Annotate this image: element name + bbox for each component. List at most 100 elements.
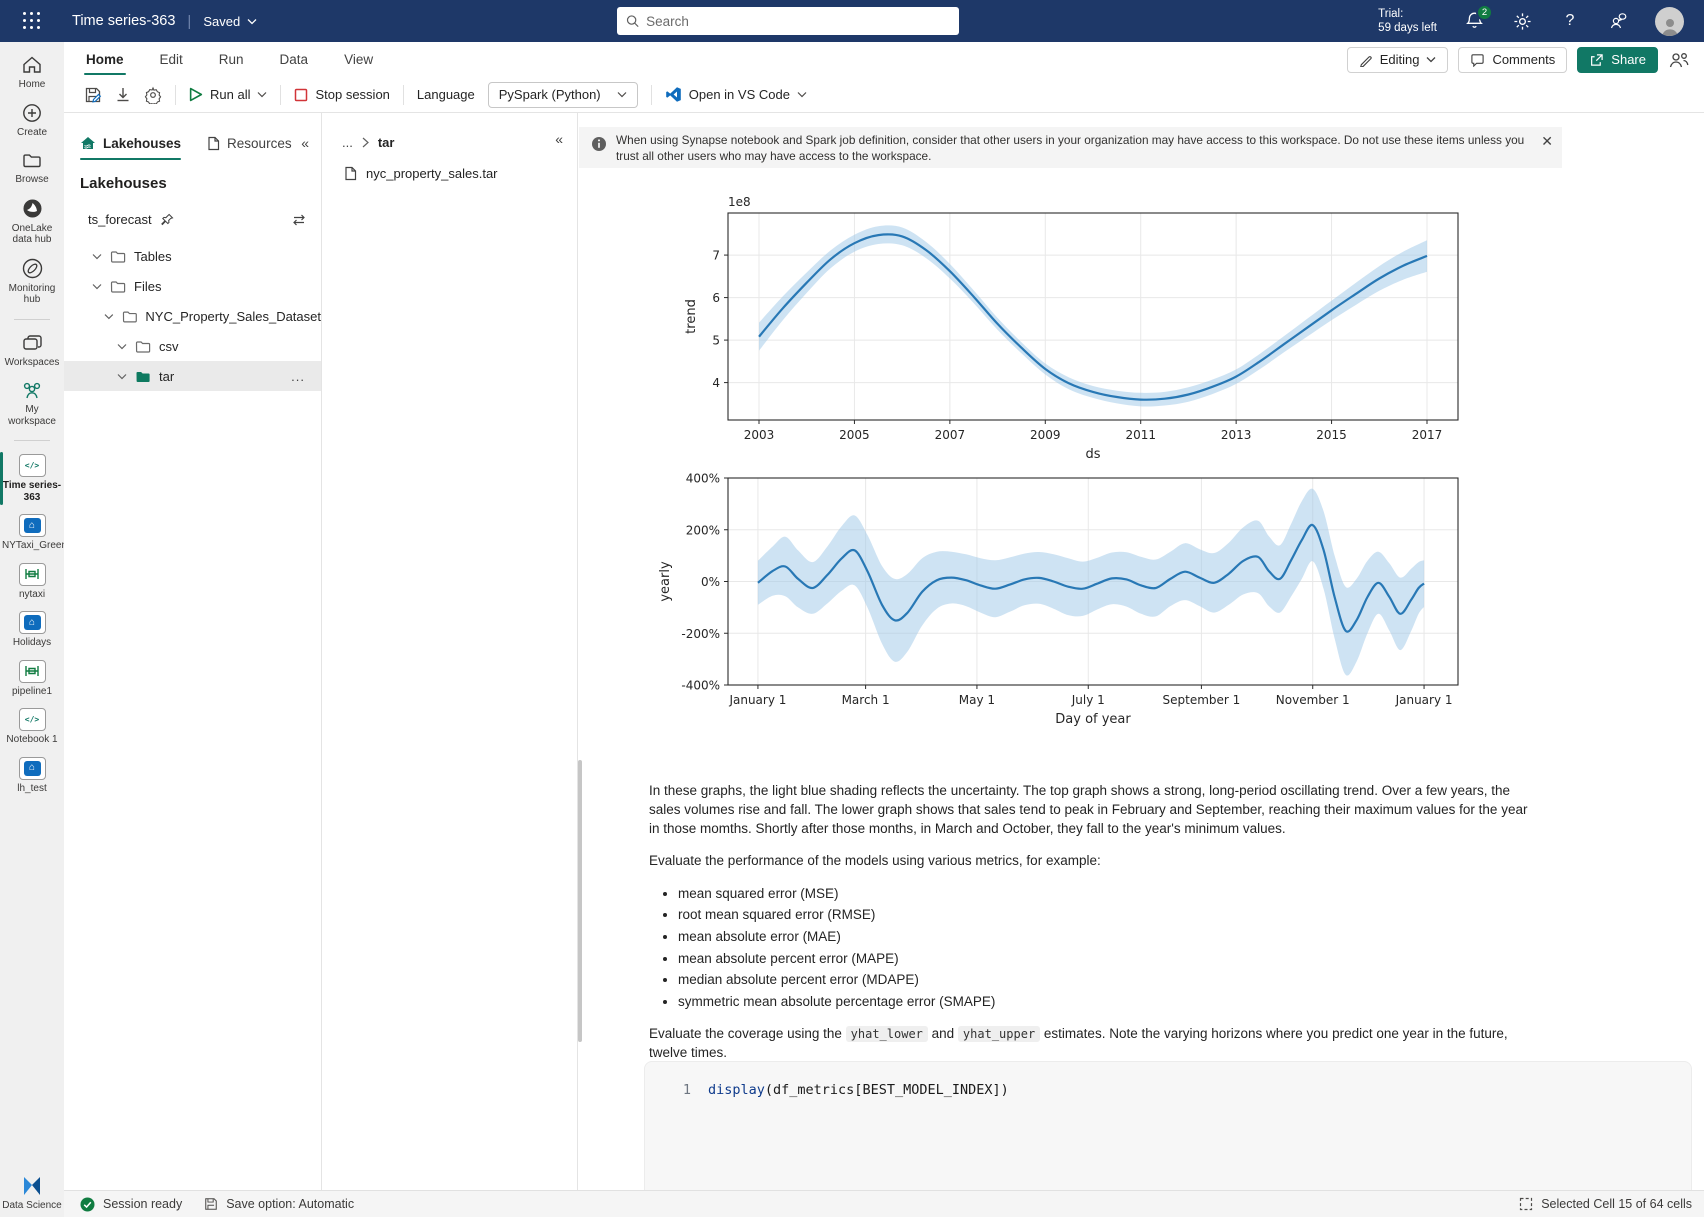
chevron-down-icon (257, 91, 267, 98)
save-button[interactable] (84, 86, 102, 104)
share-icon (1589, 53, 1604, 67)
svg-text:200%: 200% (686, 523, 720, 537)
pipeline-icon (19, 563, 46, 586)
svg-text:January 1: January 1 (728, 693, 786, 707)
rail-item-nytaxi-green[interactable]: ⌂ NYTaxi_Green (0, 514, 64, 552)
rail-item-create[interactable]: Create (0, 102, 64, 139)
people-icon[interactable] (1668, 51, 1690, 69)
chevron-down-icon (247, 18, 257, 25)
tree-item-tar[interactable]: tar ... (64, 361, 321, 391)
settings-gear-icon[interactable] (1511, 10, 1533, 32)
language-dropdown[interactable]: PySpark (Python) (488, 82, 638, 108)
breadcrumb-ellipsis[interactable]: ... (342, 135, 353, 150)
list-item: symmetric mean absolute percentage error… (678, 992, 1539, 1011)
run-all-button[interactable]: Run all (189, 87, 267, 102)
saved-status[interactable]: Saved (203, 14, 257, 29)
workspace-warning-banner: When using Synapse notebook and Spark jo… (579, 127, 1562, 168)
breadcrumb: ... tar (322, 135, 577, 150)
search-icon (626, 14, 639, 28)
rail-item-monitoring[interactable]: Monitoring hub (0, 257, 64, 306)
svg-text:May 1: May 1 (959, 693, 995, 707)
svg-text:January 1: January 1 (1395, 693, 1453, 707)
notebook-scrollbar[interactable] (578, 760, 582, 1042)
rail-item-browse[interactable]: Browse (0, 149, 64, 186)
notification-badge: 2 (1476, 4, 1493, 21)
rail-item-my-workspace[interactable]: My workspace (0, 379, 64, 427)
collapse-explorer-icon[interactable]: « (301, 135, 309, 151)
rail-item-home[interactable]: Home (0, 54, 64, 91)
tab-resources[interactable]: Resources (207, 129, 292, 157)
export-button[interactable] (115, 86, 131, 103)
lakehouse-icon: ⌂ (19, 757, 46, 780)
save-option-status[interactable]: Save option: Automatic (204, 1197, 354, 1211)
tab-lakehouses[interactable]: Lakehouses (80, 129, 181, 157)
monitoring-icon (21, 257, 44, 280)
collapse-files-icon[interactable]: « (555, 131, 563, 147)
notebook-toolbar: Run all Stop session Language PySpark (P… (64, 77, 1704, 113)
rail-item-pipeline1[interactable]: pipeline1 (0, 660, 64, 698)
comments-button[interactable]: Comments (1458, 47, 1567, 73)
close-banner-icon[interactable]: ✕ (1541, 133, 1553, 150)
rail-divider (14, 440, 50, 441)
lakehouse-icon: ⌂ (19, 514, 46, 537)
rail-item-workspaces[interactable]: Workspaces (0, 333, 64, 369)
notebook-settings-button[interactable] (144, 86, 162, 104)
rail-item-lh-test[interactable]: ⌂ lh_test (0, 757, 64, 795)
tab-view[interactable]: View (344, 42, 373, 77)
selection-icon (1519, 1197, 1533, 1211)
rail-item-data-science[interactable]: Data Science (0, 1175, 64, 1212)
svg-text:Day of year: Day of year (1055, 712, 1131, 727)
tab-home[interactable]: Home (86, 42, 124, 77)
tree-item-csv[interactable]: csv (64, 331, 321, 361)
save-icon (84, 86, 102, 104)
data-science-icon (20, 1175, 44, 1197)
svg-text:2009: 2009 (1030, 428, 1061, 442)
lakehouse-root-row[interactable]: ts_forecast (88, 212, 307, 227)
markdown-paragraph: In these graphs, the light blue shading … (649, 781, 1539, 838)
chevron-down-icon (1426, 56, 1436, 63)
tab-run[interactable]: Run (219, 42, 244, 77)
vscode-icon (665, 86, 682, 103)
open-vscode-button[interactable]: Open in VS Code (665, 86, 807, 103)
list-item: mean squared error (MSE) (678, 884, 1539, 903)
tab-data[interactable]: Data (280, 42, 309, 77)
tree-item-tables[interactable]: Tables (64, 241, 321, 271)
feedback-icon[interactable] (1607, 10, 1629, 32)
tab-edit[interactable]: Edit (160, 42, 183, 77)
notebook-icon: </> (19, 708, 46, 731)
document-icon (207, 136, 220, 151)
code-cell[interactable]: 1 display(df_metrics[BEST_MODEL_INDEX]) (644, 1061, 1692, 1190)
rail-item-notebook-1[interactable]: </> Notebook 1 (0, 708, 64, 746)
notifications-bell-icon[interactable]: 2 (1463, 10, 1485, 32)
rail-item-onelake[interactable]: OneLake data hub (0, 197, 64, 246)
tree-item-nyc-property-sales-dataset[interactable]: NYC_Property_Sales_Dataset (64, 301, 321, 331)
browse-icon (21, 149, 43, 171)
editing-mode-button[interactable]: Editing (1347, 47, 1449, 73)
search-input[interactable] (646, 14, 950, 29)
share-button[interactable]: Share (1577, 47, 1658, 73)
markdown-cell[interactable]: In these graphs, the light blue shading … (649, 781, 1539, 1075)
rail-item-nytaxi[interactable]: nytaxi (0, 563, 64, 601)
help-icon[interactable]: ? (1559, 10, 1581, 32)
inline-code: yhat_lower (846, 1026, 928, 1042)
svg-text:2015: 2015 (1316, 428, 1347, 442)
app-launcher-icon[interactable] (0, 0, 64, 42)
rail-item-time-series-363[interactable]: </> Time series-363 (0, 454, 64, 503)
tree-item-files[interactable]: Files (64, 271, 321, 301)
more-options-icon[interactable]: ... (291, 369, 305, 384)
download-icon (115, 86, 131, 103)
chevron-down-icon (617, 91, 627, 98)
folder-icon (122, 310, 138, 323)
file-item[interactable]: nyc_property_sales.tar (344, 166, 577, 181)
lakehouse-icon: ⌂ (19, 611, 46, 634)
stop-session-button[interactable]: Stop session (294, 87, 389, 102)
pipeline-icon (19, 660, 46, 683)
metrics-list: mean squared error (MSE) root mean squar… (678, 884, 1539, 1011)
account-avatar[interactable] (1655, 7, 1684, 36)
global-search (617, 7, 959, 35)
rail-item-holidays[interactable]: ⌂ Holidays (0, 611, 64, 649)
workspaces-icon (21, 333, 44, 354)
code-text[interactable]: display(df_metrics[BEST_MODEL_INDEX]) (708, 1082, 1009, 1098)
switch-lakehouse-icon[interactable] (291, 214, 307, 226)
topbar-actions: Trial: 59 days left 2 ? (1378, 7, 1704, 36)
